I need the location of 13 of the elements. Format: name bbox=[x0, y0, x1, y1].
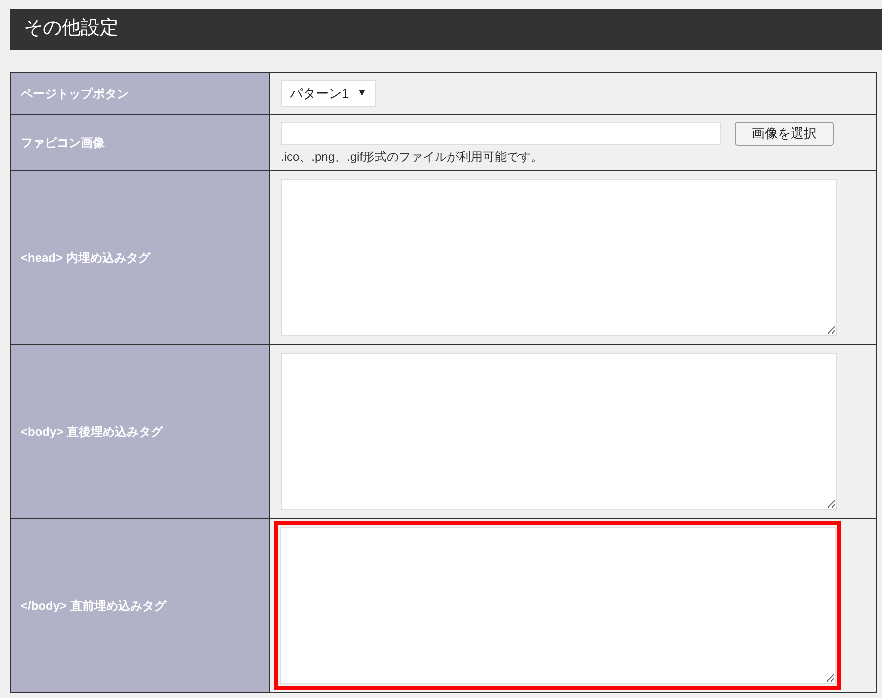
row-label: <head> 内埋め込みタグ bbox=[21, 250, 150, 266]
dropdown[interactable]: パターン1 ▼ bbox=[281, 80, 376, 107]
row-label: ファビコン画像 bbox=[21, 134, 105, 152]
section-title: その他設定 bbox=[24, 17, 119, 42]
tag-textarea[interactable] bbox=[281, 179, 837, 336]
file-format-hint: .ico、.png、.gif形式のファイルが利用可能です。 bbox=[281, 150, 544, 164]
tag-textarea[interactable] bbox=[280, 527, 836, 684]
choose-image-button[interactable]: 画像を選択 bbox=[735, 122, 834, 146]
row-label: <body> 直後埋め込みタグ bbox=[21, 424, 164, 440]
row-label: </body> 直前埋め込みタグ bbox=[21, 598, 166, 614]
file-path-field[interactable] bbox=[281, 122, 721, 145]
tag-textarea[interactable] bbox=[281, 353, 837, 510]
row-label: ページトップボタン bbox=[21, 86, 129, 102]
